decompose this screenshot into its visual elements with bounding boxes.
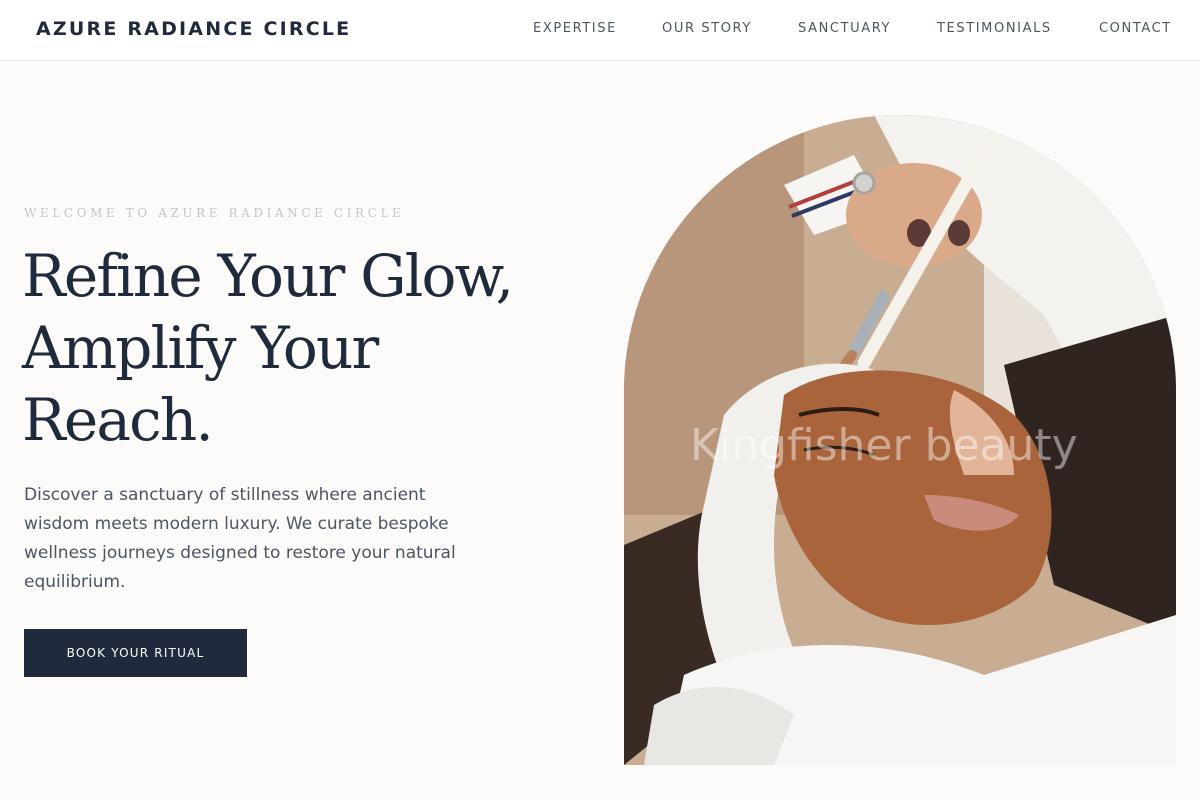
hero-headline-line: Amplify Your [22, 314, 379, 382]
nav-link-expertise[interactable]: EXPERTISE [533, 21, 617, 36]
brand-logo-text[interactable]: AZURE RADIANCE CIRCLE [36, 18, 351, 40]
hero-eyebrow: WELCOME TO AZURE RADIANCE CIRCLE [24, 206, 405, 220]
nav-link-contact[interactable]: CONTACT [1099, 21, 1172, 36]
nav-link-our-story[interactable]: OUR STORY [662, 21, 752, 36]
nav-link-sanctuary[interactable]: SANCTUARY [798, 21, 891, 36]
hero-intro-text: Discover a sanctuary of stillness where … [24, 485, 456, 592]
hero-headline-line: Reach. [22, 386, 214, 454]
nav-link-testimonials[interactable]: TESTIMONIALS [937, 21, 1052, 36]
top-navigation-bar: AZURE RADIANCE CIRCLE EXPERTISE OUR STOR… [0, 0, 1200, 61]
hero-headline: Refine Your Glow, Amplify Your Reach. [22, 240, 582, 456]
hero-headline-line: Refine Your Glow, [22, 242, 514, 310]
book-your-ritual-button[interactable]: BOOK YOUR RITUAL [24, 629, 247, 677]
image-watermark: Kingfisher beauty [690, 420, 1078, 471]
